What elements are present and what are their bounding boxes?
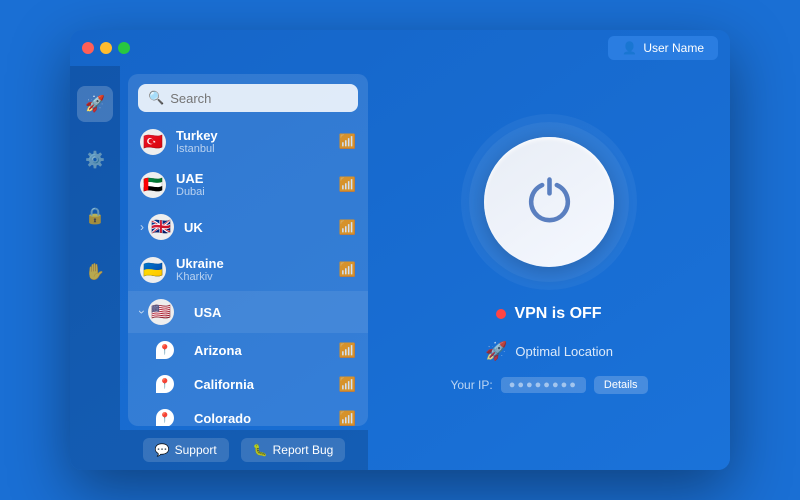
server-name-uae: UAE — [176, 171, 339, 186]
support-label: Support — [175, 443, 217, 457]
server-item-ukraine[interactable]: 🇺🇦 Ukraine Kharkiv 📶 — [128, 248, 368, 291]
power-button[interactable] — [484, 137, 614, 267]
expand-arrow-uk: › — [140, 220, 144, 234]
account-username: User Name — [643, 41, 704, 55]
power-icon — [522, 175, 577, 230]
sidebar-icon-rocket[interactable]: 🚀 — [77, 86, 113, 122]
report-bug-label: Report Bug — [273, 443, 334, 457]
server-sub-california[interactable]: 📍 California 📶 — [128, 367, 368, 401]
vpn-status-label: VPN is OFF — [514, 305, 601, 323]
expand-arrow-usa: › — [135, 310, 149, 314]
server-item-uae[interactable]: 🇦🇪 UAE Dubai 📶 — [128, 163, 368, 206]
signal-california: 📶 — [339, 376, 356, 393]
pin-icon-arizona: 📍 — [156, 341, 174, 359]
bug-icon: 🐛 — [253, 443, 268, 457]
app-window: 👤 User Name 🚀 ⚙️ 🔒 ✋ 🔍 🇹🇷 Turkey Istanbu… — [70, 30, 730, 470]
signal-arizona: 📶 — [339, 342, 356, 359]
search-input[interactable] — [170, 91, 348, 106]
vpn-status: VPN is OFF — [496, 305, 601, 323]
title-bar: 👤 User Name — [70, 30, 730, 66]
search-bar: 🔍 — [128, 74, 368, 120]
sidebar-icon-hand[interactable]: ✋ — [77, 254, 113, 290]
details-button[interactable]: Details — [594, 376, 648, 394]
flag-uae: 🇦🇪 — [140, 172, 166, 198]
optimal-rocket-icon: 🚀 — [485, 341, 507, 362]
server-item-turkey[interactable]: 🇹🇷 Turkey Istanbul 📶 — [128, 120, 368, 163]
sidebar: 🚀 ⚙️ 🔒 ✋ — [70, 66, 120, 470]
sub-name-california: California — [194, 377, 339, 392]
signal-colorado: 📶 — [339, 410, 356, 427]
support-button[interactable]: 💬 Support — [143, 438, 229, 462]
search-input-wrap: 🔍 — [138, 84, 358, 112]
server-name-ukraine: Ukraine — [176, 256, 339, 271]
ip-label: Your IP: — [450, 378, 492, 392]
support-icon: 💬 — [155, 443, 170, 457]
ip-value: ●●●●●●●● — [501, 377, 586, 393]
server-city-ukraine: Kharkiv — [176, 271, 339, 283]
pin-icon-california: 📍 — [156, 375, 174, 393]
server-list: 🇹🇷 Turkey Istanbul 📶 🇦🇪 UAE Dubai 📶 › — [128, 120, 368, 426]
server-info-uk: UK — [184, 220, 339, 235]
server-sub-arizona[interactable]: 📍 Arizona 📶 — [128, 333, 368, 367]
server-panel: 🔍 🇹🇷 Turkey Istanbul 📶 🇦🇪 UAE Dubai — [128, 74, 368, 426]
server-info-turkey: Turkey Istanbul — [176, 128, 339, 155]
server-sub-colorado[interactable]: 📍 Colorado 📶 — [128, 401, 368, 426]
flag-ukraine: 🇺🇦 — [140, 257, 166, 283]
server-city-turkey: Istanbul — [176, 143, 339, 155]
server-name-uk: UK — [184, 220, 339, 235]
right-panel: VPN is OFF 🚀 Optimal Location Your IP: ●… — [368, 30, 730, 470]
server-city-uae: Dubai — [176, 186, 339, 198]
server-info-ukraine: Ukraine Kharkiv — [176, 256, 339, 283]
signal-uae: 📶 — [339, 176, 356, 193]
window-controls — [82, 42, 130, 54]
sub-info-colorado: Colorado — [194, 411, 339, 426]
sidebar-icon-settings[interactable]: ⚙️ — [77, 142, 113, 178]
sub-info-california: California — [194, 377, 339, 392]
ip-row: Your IP: ●●●●●●●● Details — [450, 376, 647, 394]
report-bug-button[interactable]: 🐛 Report Bug — [241, 438, 346, 462]
minimize-button[interactable] — [100, 42, 112, 54]
sub-name-colorado: Colorado — [194, 411, 339, 426]
flag-usa: 🇺🇸 — [148, 299, 174, 325]
server-info-uae: UAE Dubai — [176, 171, 339, 198]
bottom-bar: 💬 Support 🐛 Report Bug — [120, 430, 368, 470]
power-ring-outer — [469, 122, 629, 282]
sub-info-arizona: Arizona — [194, 343, 339, 358]
flag-uk: 🇬🇧 — [148, 214, 174, 240]
pin-icon-colorado: 📍 — [156, 409, 174, 426]
status-dot — [496, 309, 506, 319]
flag-turkey: 🇹🇷 — [140, 129, 166, 155]
signal-ukraine: 📶 — [339, 261, 356, 278]
search-icon: 🔍 — [148, 90, 164, 106]
close-button[interactable] — [82, 42, 94, 54]
server-name-turkey: Turkey — [176, 128, 339, 143]
server-name-usa: USA — [194, 305, 356, 320]
optimal-label: Optimal Location — [515, 344, 613, 359]
sidebar-icon-lock[interactable]: 🔒 — [77, 198, 113, 234]
server-item-usa[interactable]: › 🇺🇸 USA — [128, 291, 368, 333]
account-button[interactable]: 👤 User Name — [608, 36, 718, 60]
user-icon: 👤 — [622, 41, 637, 55]
maximize-button[interactable] — [118, 42, 130, 54]
signal-uk: 📶 — [339, 219, 356, 236]
server-info-usa: USA — [194, 305, 356, 320]
optimal-location[interactable]: 🚀 Optimal Location — [485, 341, 613, 362]
sub-name-arizona: Arizona — [194, 343, 339, 358]
signal-turkey: 📶 — [339, 133, 356, 150]
server-item-uk[interactable]: › 🇬🇧 UK 📶 — [128, 206, 368, 248]
